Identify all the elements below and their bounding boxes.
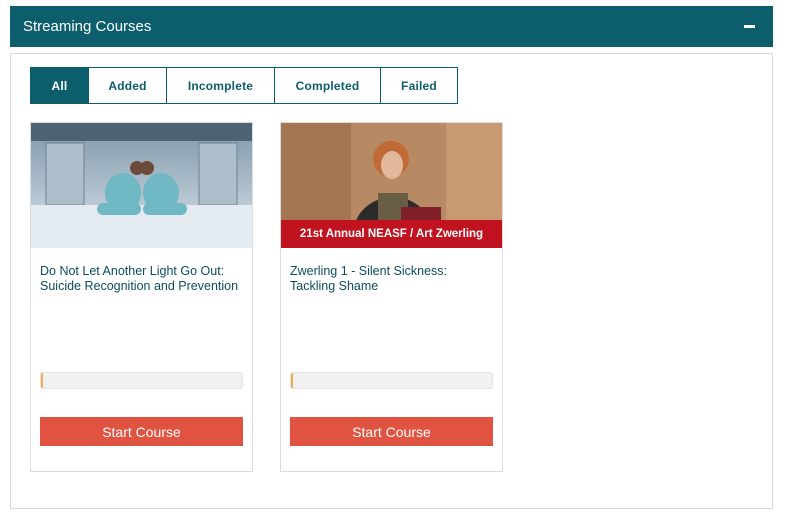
panel-header: Streaming Courses [10,6,773,47]
course-card: 21st Annual NEASF / Art Zwerling Zwerlin… [280,122,503,472]
course-thumbnail[interactable]: 21st Annual NEASF / Art Zwerling [281,123,502,248]
course-title[interactable]: Zwerling 1 - Silent Sickness: Tackling S… [290,264,490,294]
filter-tabs: All Added Incomplete Completed Failed [30,67,458,104]
tab-added[interactable]: Added [89,68,167,103]
tab-incomplete[interactable]: Incomplete [167,68,275,103]
tab-completed[interactable]: Completed [275,68,381,103]
minus-icon[interactable] [743,21,755,33]
start-course-button[interactable]: Start Course [40,417,243,446]
course-card: Do Not Let Another Light Go Out: Suicide… [30,122,253,472]
panel-title: Streaming Courses [23,18,152,35]
tab-all[interactable]: All [31,68,89,103]
progress-bar [40,372,243,389]
tab-failed[interactable]: Failed [381,68,457,103]
panel-body: All Added Incomplete Completed Failed Do… [10,53,773,509]
thumbnail-banner: 21st Annual NEASF / Art Zwerling [281,220,502,248]
progress-bar [290,372,493,389]
course-title[interactable]: Do Not Let Another Light Go Out: Suicide… [40,264,240,294]
course-thumbnail[interactable] [31,123,252,248]
start-course-button[interactable]: Start Course [290,417,493,446]
